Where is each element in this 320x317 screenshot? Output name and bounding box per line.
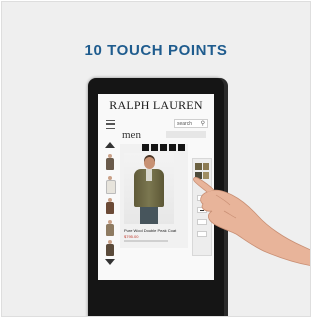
kiosk-display: RALPH LAUREN search ⚲ men Pure Wool Doub… bbox=[88, 78, 224, 316]
size-option[interactable] bbox=[197, 195, 207, 201]
product-image[interactable] bbox=[124, 153, 174, 224]
thumbnail-item[interactable] bbox=[106, 198, 114, 214]
scroll-down-icon[interactable] bbox=[105, 259, 115, 265]
product-title: Pure Wool Double Peak Coat bbox=[124, 228, 177, 233]
brand-logo: RALPH LAUREN bbox=[109, 98, 203, 112]
search-icon: ⚲ bbox=[200, 121, 205, 127]
kiosk-screen: RALPH LAUREN search ⚲ men Pure Wool Doub… bbox=[98, 94, 214, 280]
color-swatches[interactable] bbox=[195, 163, 209, 170]
thumbnail-item[interactable] bbox=[106, 176, 116, 194]
thumbnail-item[interactable] bbox=[106, 154, 114, 170]
product-card: 10 TOUCH POINTS RALPH LAUREN search ⚲ me… bbox=[1, 1, 311, 317]
category-tab[interactable]: men bbox=[122, 129, 141, 141]
color-swatches[interactable] bbox=[195, 172, 209, 179]
size-option[interactable] bbox=[197, 219, 207, 225]
image-filmstrip bbox=[120, 144, 188, 151]
headline: 10 TOUCH POINTS bbox=[84, 42, 228, 59]
thumbnail-item[interactable] bbox=[106, 220, 114, 236]
product-panel[interactable]: Pure Wool Double Peak Coat $795.00 bbox=[120, 144, 188, 248]
thumbnail-item[interactable] bbox=[106, 240, 114, 256]
search-label: search bbox=[177, 121, 193, 127]
color-size-panel bbox=[192, 158, 212, 256]
search-box[interactable]: search ⚲ bbox=[174, 119, 208, 128]
menu-icon[interactable] bbox=[106, 120, 115, 129]
product-price: $795.00 bbox=[124, 234, 139, 239]
size-option[interactable] bbox=[197, 207, 207, 213]
size-option[interactable] bbox=[197, 231, 207, 237]
scroll-up-icon[interactable] bbox=[105, 142, 115, 148]
category-tab-secondary[interactable] bbox=[166, 131, 206, 138]
product-description bbox=[124, 240, 168, 242]
